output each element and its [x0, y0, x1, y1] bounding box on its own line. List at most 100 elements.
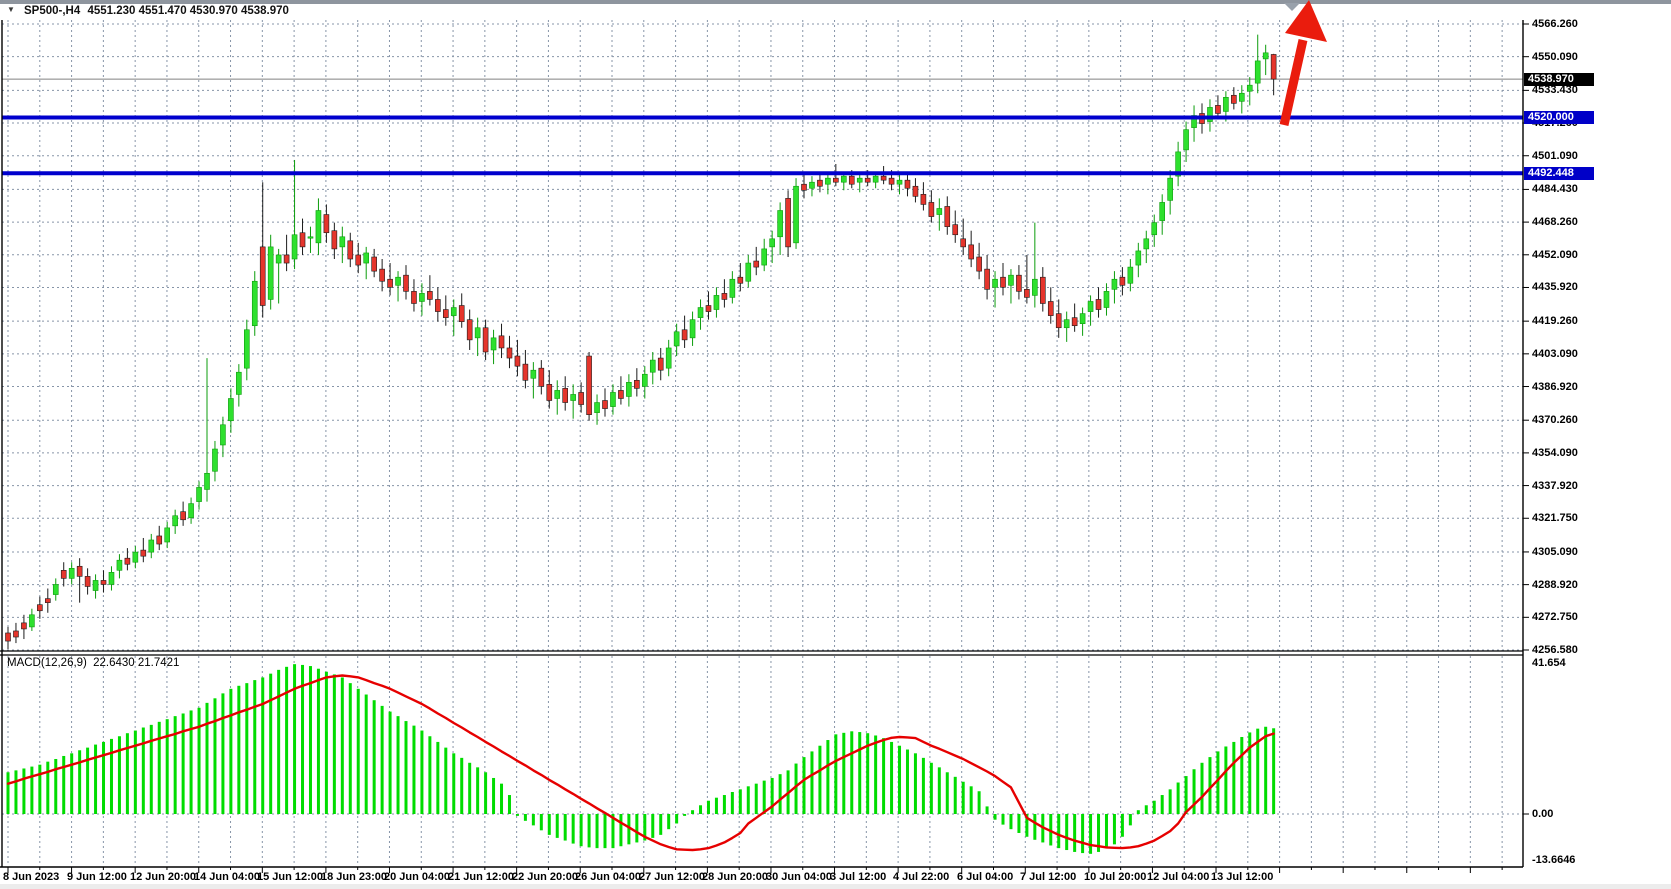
price-axis-label[interactable]: 4484.430	[1532, 183, 1578, 195]
candle-down	[372, 257, 377, 271]
time-axis-label[interactable]: 20 Jun 04:00	[384, 871, 450, 883]
chart-canvas[interactable]	[0, 0, 1671, 889]
time-axis-label[interactable]: 10 Jul 20:00	[1084, 871, 1146, 883]
macd-histogram-bar	[1264, 727, 1267, 814]
trend-arrow-shaft[interactable]	[1284, 40, 1303, 125]
candle-up	[642, 374, 647, 386]
candle-up	[53, 584, 58, 594]
candle-down	[523, 364, 528, 380]
price-axis-label[interactable]: 4501.090	[1532, 150, 1578, 162]
price-axis-label[interactable]: 4272.750	[1532, 611, 1578, 623]
candle-up	[666, 348, 671, 368]
price-axis-label[interactable]: 4435.920	[1532, 281, 1578, 293]
time-axis-label[interactable]: 30 Jun 04:00	[766, 871, 832, 883]
candle-up	[220, 425, 225, 445]
price-axis-label[interactable]: 4452.090	[1532, 249, 1578, 261]
candle-up	[626, 382, 631, 396]
chart-shift-marker-icon	[1284, 3, 1300, 11]
candle-up	[674, 332, 679, 346]
candle-up	[189, 504, 194, 518]
macd-histogram-bar	[460, 758, 463, 814]
time-axis-label[interactable]: 15 Jun 12:00	[257, 871, 323, 883]
time-axis-label[interactable]: 7 Jul 12:00	[1020, 871, 1076, 883]
time-axis-label[interactable]: 27 Jun 12:00	[639, 871, 705, 883]
candle-up	[173, 516, 178, 526]
candle-up	[276, 255, 281, 263]
candle-up	[475, 328, 480, 338]
candle-down	[260, 247, 265, 306]
macd-histogram-bar	[946, 772, 949, 814]
price-axis-label[interactable]: 4386.920	[1532, 381, 1578, 393]
candle-up	[841, 176, 846, 182]
macd-histogram-bar	[540, 814, 543, 830]
candle-up	[308, 237, 313, 238]
candle-down	[1120, 277, 1125, 285]
level-price-label[interactable]: 4520.000	[1524, 111, 1594, 124]
macd-histogram-bar	[500, 784, 503, 814]
macd-histogram-bar	[683, 814, 686, 816]
macd-histogram-bar	[198, 708, 201, 814]
time-axis-label[interactable]: 13 Jul 12:00	[1211, 871, 1273, 883]
candle-down	[817, 180, 822, 186]
candle-down	[324, 215, 329, 233]
macd-histogram-bar	[508, 795, 511, 814]
price-axis-label[interactable]: 4321.750	[1532, 512, 1578, 524]
time-axis-label[interactable]: 8 Jun 2023	[3, 871, 59, 883]
time-axis-label[interactable]: 26 Jun 04:00	[575, 871, 641, 883]
time-axis-label[interactable]: 6 Jul 04:00	[957, 871, 1013, 883]
candle-down	[1016, 275, 1021, 291]
macd-histogram-bar	[667, 814, 670, 829]
price-axis-label[interactable]: 4566.260	[1532, 18, 1578, 30]
candle-up	[1184, 130, 1189, 150]
candle-down	[1271, 54, 1276, 79]
macd-histogram-bar	[651, 814, 654, 838]
candle-up	[937, 208, 942, 214]
macd-histogram-bar	[1065, 814, 1068, 850]
macd-histogram-bar	[206, 703, 209, 814]
candle-down	[37, 605, 42, 611]
price-axis-label[interactable]: 4370.260	[1532, 414, 1578, 426]
macd-histogram-bar	[715, 798, 718, 814]
macd-histogram-bar	[834, 734, 837, 814]
time-axis-label[interactable]: 22 Jun 20:00	[512, 871, 578, 883]
time-axis-label[interactable]: 3 Jul 12:00	[830, 871, 886, 883]
time-axis-label[interactable]: 21 Jun 12:00	[448, 871, 514, 883]
candle-down	[77, 566, 82, 576]
time-axis-label[interactable]: 12 Jun 20:00	[130, 871, 196, 883]
candle-up	[228, 398, 233, 420]
price-axis-label[interactable]: 4403.090	[1532, 348, 1578, 360]
macd-histogram-bar	[381, 706, 384, 814]
candle-up	[1152, 223, 1157, 235]
candle-up	[897, 180, 902, 184]
time-axis-label[interactable]: 9 Jun 12:00	[67, 871, 127, 883]
time-axis-label[interactable]: 28 Jun 20:00	[702, 871, 768, 883]
macd-histogram-bar	[954, 777, 957, 814]
time-axis-label[interactable]: 4 Jul 22:00	[893, 871, 949, 883]
macd-histogram-bar	[436, 742, 439, 814]
time-axis-label[interactable]: 12 Jul 04:00	[1147, 871, 1209, 883]
macd-histogram-bar	[182, 713, 185, 814]
macd-histogram-bar	[309, 666, 312, 814]
trading-chart-window: ▼ SP500-,H4 4551.230 4551.470 4530.970 4…	[0, 0, 1671, 889]
price-axis-label[interactable]: 4419.260	[1532, 315, 1578, 327]
candle-up	[316, 210, 321, 242]
macd-histogram-bar	[763, 781, 766, 814]
candle-up	[1032, 279, 1037, 295]
candle-up	[1144, 239, 1149, 249]
macd-histogram-bar	[54, 759, 57, 814]
price-axis-label[interactable]: 4354.090	[1532, 447, 1578, 459]
macd-histogram-bar	[731, 792, 734, 814]
candle-up	[236, 372, 241, 394]
price-axis-label[interactable]: 4468.260	[1532, 216, 1578, 228]
price-axis-label[interactable]: 4305.090	[1532, 546, 1578, 558]
candle-down	[125, 558, 130, 564]
price-axis-label[interactable]: 4288.920	[1532, 579, 1578, 591]
candle-up	[117, 560, 122, 570]
price-axis-label[interactable]: 4256.580	[1532, 644, 1578, 656]
time-axis-label[interactable]: 18 Jun 23:00	[321, 871, 387, 883]
price-axis-label[interactable]: 4550.090	[1532, 51, 1578, 63]
level-price-label[interactable]: 4492.448	[1524, 167, 1594, 180]
time-axis-label[interactable]: 14 Jun 04:00	[194, 871, 260, 883]
candle-up	[419, 293, 424, 301]
price-axis-label[interactable]: 4337.920	[1532, 480, 1578, 492]
